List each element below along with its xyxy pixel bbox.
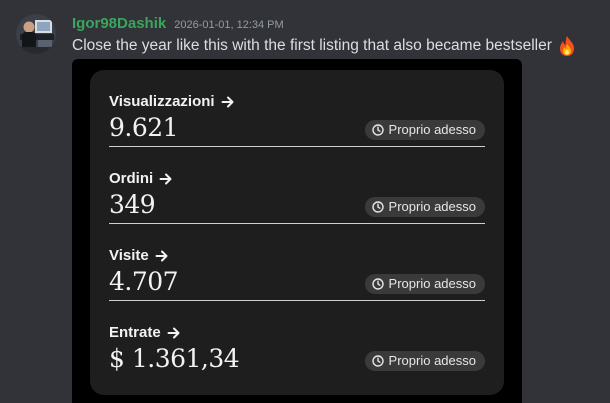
metric-orders: Ordini 349 Proprio adesso	[109, 147, 485, 224]
metric-label-text: Visualizzazioni	[109, 93, 215, 110]
message-content: Close the year like this with the first …	[72, 35, 578, 57]
arrow-right-icon	[221, 96, 234, 108]
time-badge-text: Proprio adesso	[388, 122, 476, 137]
time-badge: Proprio adesso	[364, 197, 485, 217]
time-badge: Proprio adesso	[364, 274, 485, 294]
metric-label[interactable]: Ordini	[109, 170, 173, 188]
time-badge: Proprio adesso	[364, 351, 485, 371]
metric-value: 349	[109, 190, 156, 219]
metric-label[interactable]: Entrate	[109, 324, 181, 342]
clock-icon	[371, 355, 384, 367]
message-header: Igor98Dashik 2026-01-01, 12:34 PM	[72, 14, 284, 34]
arrow-right-icon	[155, 250, 168, 262]
avatar[interactable]	[16, 14, 56, 54]
metric-label[interactable]: Visite	[109, 247, 169, 265]
metric-views: Visualizzazioni 9.621 Proprio adesso	[109, 70, 485, 147]
time-badge-text: Proprio adesso	[388, 353, 476, 368]
metric-revenue: Entrate $ 1.361,34 Proprio adesso	[109, 301, 485, 378]
arrow-right-icon	[159, 173, 172, 185]
metric-label[interactable]: Visualizzazioni	[109, 93, 235, 111]
clock-icon	[371, 124, 384, 136]
stats-card: Visualizzazioni 9.621 Proprio adesso Ord…	[90, 70, 504, 395]
image-attachment[interactable]: Visualizzazioni 9.621 Proprio adesso Ord…	[72, 59, 522, 403]
username[interactable]: Igor98Dashik	[72, 14, 166, 34]
arrow-right-icon	[167, 327, 180, 339]
discord-chat-view: Igor98Dashik 2026-01-01, 12:34 PM Close …	[0, 0, 610, 403]
clock-icon	[371, 278, 384, 290]
fire-emoji-icon[interactable]	[556, 35, 578, 57]
time-badge-text: Proprio adesso	[388, 276, 476, 291]
metric-value: 4.707	[109, 267, 179, 296]
metric-label-text: Visite	[109, 247, 149, 264]
metric-label-text: Entrate	[109, 324, 161, 341]
clock-icon	[371, 201, 384, 213]
message-text: Close the year like this with the first …	[72, 37, 552, 54]
metric-visits: Visite 4.707 Proprio adesso	[109, 224, 485, 301]
time-badge-text: Proprio adesso	[388, 199, 476, 214]
time-badge: Proprio adesso	[364, 120, 485, 140]
avatar-image	[16, 14, 56, 54]
metric-value: 9.621	[109, 113, 179, 142]
timestamp[interactable]: 2026-01-01, 12:34 PM	[174, 15, 283, 35]
metric-label-text: Ordini	[109, 170, 154, 187]
metric-value: $ 1.361,34	[109, 344, 240, 373]
